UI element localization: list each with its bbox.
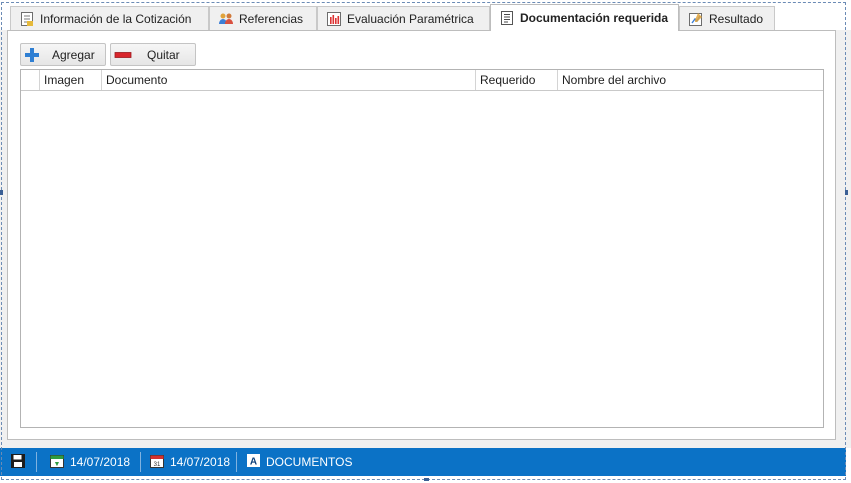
plus-icon xyxy=(24,47,40,63)
resize-handle-right[interactable] xyxy=(845,190,848,195)
column-header-indicator[interactable] xyxy=(21,70,40,90)
add-button[interactable]: Agregar xyxy=(20,43,106,66)
column-header-documento[interactable]: Documento xyxy=(102,70,476,90)
remove-button[interactable]: Quitar xyxy=(110,43,196,66)
grid-header: Imagen Documento Requerido Nombre del ar… xyxy=(21,70,823,91)
tab-documentacion-requerida[interactable]: Documentación requerida xyxy=(490,4,679,31)
tab-label: Documentación requerida xyxy=(520,11,669,25)
documents-grid[interactable]: Imagen Documento Requerido Nombre del ar… xyxy=(20,69,824,428)
column-header-nombre-archivo[interactable]: Nombre del archivo xyxy=(558,70,823,90)
add-button-label: Agregar xyxy=(52,47,95,62)
resize-handle-bottom[interactable] xyxy=(424,478,429,481)
column-header-imagen[interactable]: Imagen xyxy=(40,70,102,90)
column-header-requerido[interactable]: Requerido xyxy=(476,70,558,90)
resize-handle-left[interactable] xyxy=(0,190,3,195)
documentacion-requerida-page: Agregar Quitar Imagen Documento Requerid… xyxy=(7,30,836,440)
remove-button-label: Quitar xyxy=(147,47,180,62)
document-icon xyxy=(499,10,515,26)
minus-icon xyxy=(114,47,132,63)
